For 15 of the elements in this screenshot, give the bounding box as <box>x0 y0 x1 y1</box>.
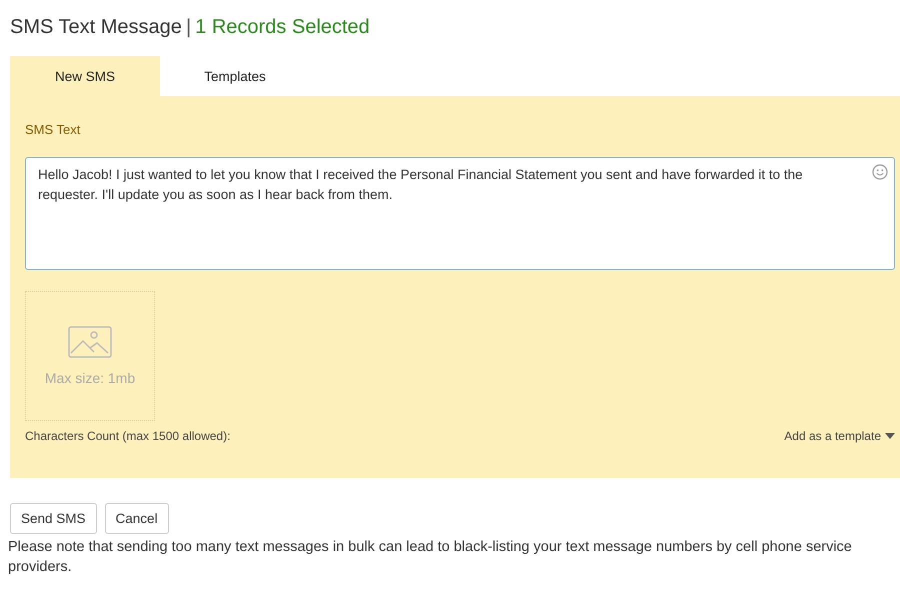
page-title: SMS Text Message <box>10 16 182 38</box>
field-label: SMS Text <box>25 122 82 139</box>
upload-hint: Max size: 1mb <box>44 370 136 386</box>
add-template-link[interactable]: Add as a template <box>784 429 895 443</box>
tab[interactable]: New SMS <box>10 56 160 96</box>
selection-count: 1 Records Selected <box>195 16 370 38</box>
bulk-warning: Please note that sending too many text messages in bulk can lead to black-listing your text message numbers by cell phone service providers. <box>8 538 853 577</box>
message-field[interactable]: Hello Jacob! I just wanted to let you know that I received the Personal Financial Statement you sent and have forwarded it to the requester. I'll update you as soon as I hear back from them. <box>25 157 895 270</box>
smiley-icon[interactable] <box>872 164 888 180</box>
image-icon <box>68 326 112 358</box>
title-separator: | <box>186 16 192 38</box>
cancel-button[interactable]: Cancel <box>104 503 169 534</box>
caret-icon <box>885 432 895 440</box>
character-count: Characters Count (max 1500 allowed): <box>25 429 230 443</box>
send-button[interactable]: Send SMS <box>10 503 97 534</box>
